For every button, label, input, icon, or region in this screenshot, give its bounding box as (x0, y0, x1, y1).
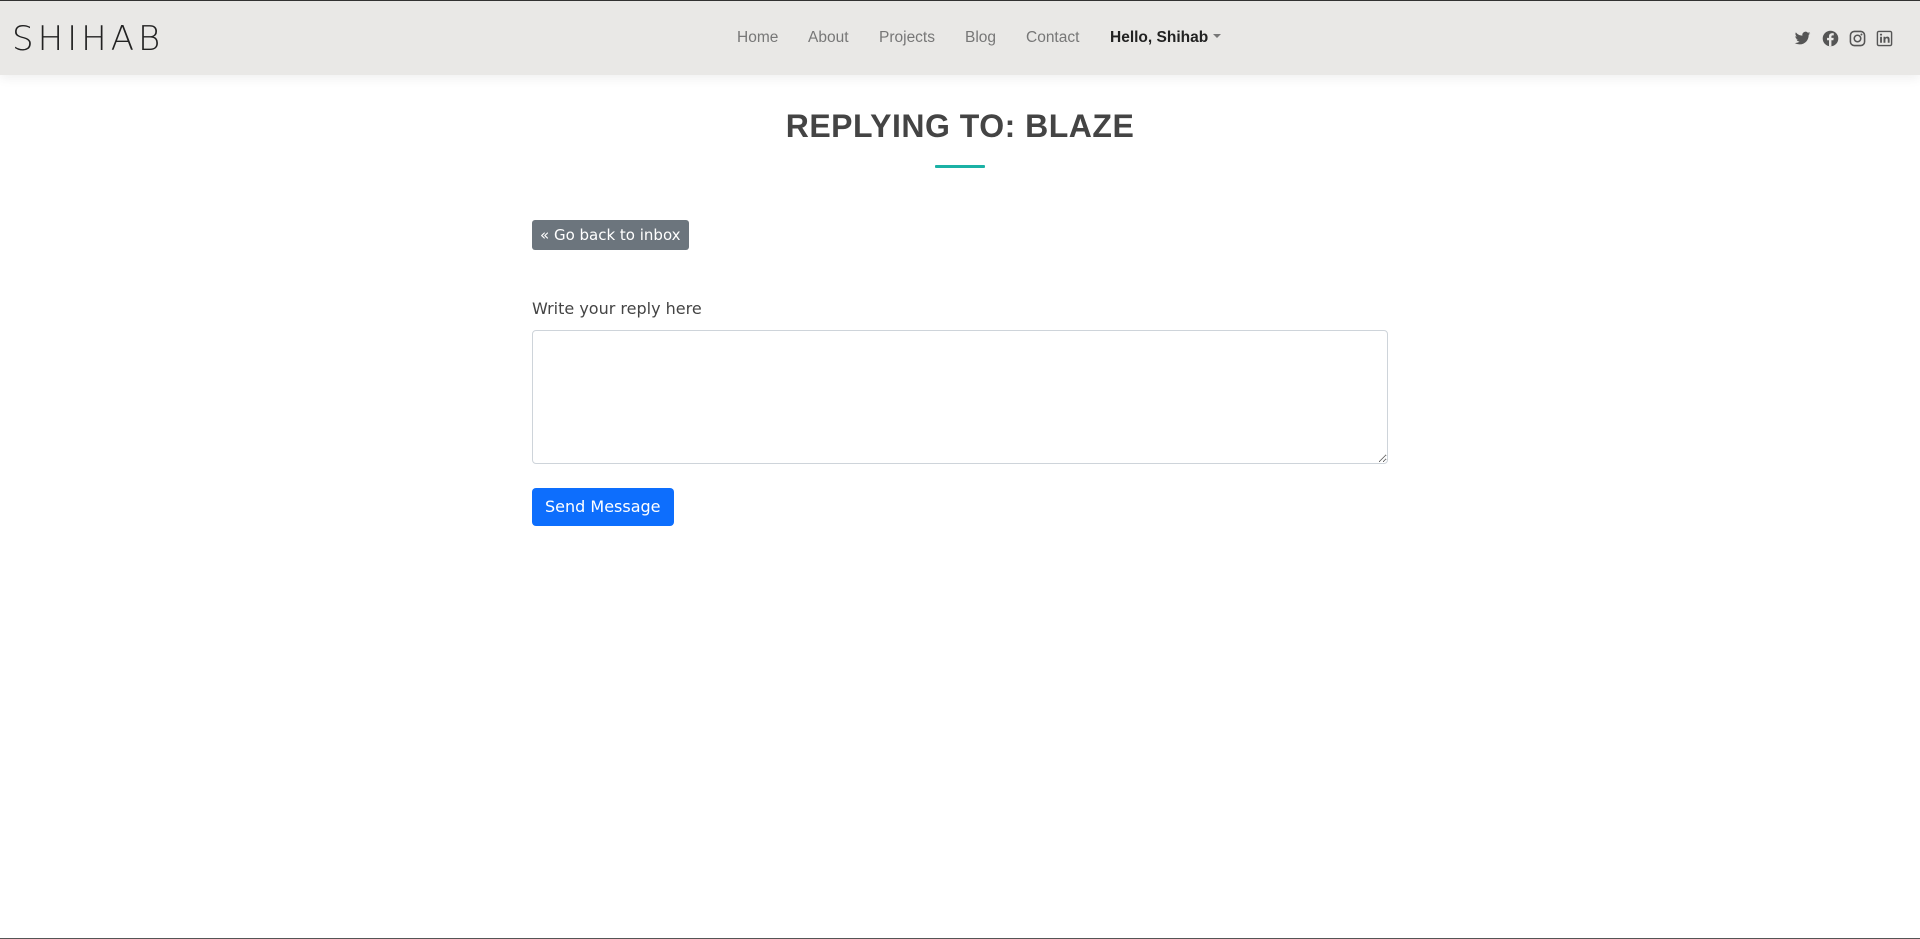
nav-home[interactable]: Home (737, 29, 778, 47)
nav-projects[interactable]: Projects (879, 29, 935, 47)
linkedin-icon[interactable] (1875, 29, 1893, 47)
page-title: REPLYING TO: BLAZE (785, 108, 1135, 144)
reply-label: Write your reply here (532, 299, 702, 318)
title-underline (935, 165, 985, 168)
facebook-icon[interactable] (1821, 29, 1839, 47)
nav-contact[interactable]: Contact (1026, 29, 1079, 47)
instagram-icon[interactable] (1848, 29, 1866, 47)
send-message-button[interactable]: Send Message (532, 488, 674, 526)
nav-about[interactable]: About (808, 29, 849, 47)
user-menu-toggle[interactable]: Hello, Shihab (1110, 29, 1222, 47)
nav-blog[interactable]: Blog (965, 29, 996, 47)
user-greeting: Hello, Shihab (1110, 29, 1209, 46)
back-to-inbox-button[interactable]: « Go back to inbox (532, 220, 689, 250)
reply-textarea[interactable] (532, 330, 1388, 464)
caret-down-icon (1213, 33, 1222, 38)
main-nav: Home About Projects Blog Contact Hello, … (0, 29, 1920, 49)
twitter-icon[interactable] (1793, 29, 1811, 47)
navbar: SHIHAB Home About Projects Blog Contact … (0, 1, 1920, 75)
